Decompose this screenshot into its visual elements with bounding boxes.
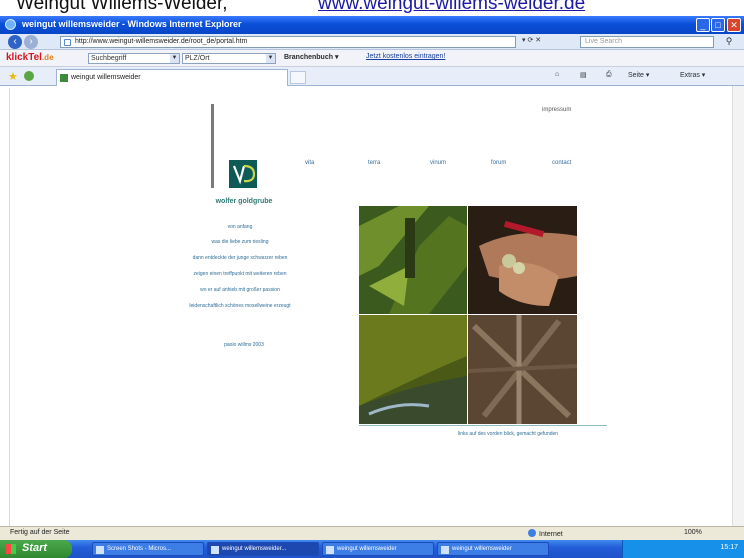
search-placeholder: Live Search <box>585 38 622 45</box>
taskbar-item[interactable]: weingut willemsweider <box>437 542 549 556</box>
clock: 15:17 <box>720 544 738 551</box>
add-favorite-icon[interactable] <box>24 71 34 81</box>
site-logo[interactable] <box>229 160 257 188</box>
security-zone[interactable]: Internet <box>528 529 563 538</box>
app-icon <box>326 546 334 554</box>
nav-vinum[interactable]: vinum <box>430 160 446 166</box>
search-term-dropdown[interactable]: Suchbegriff ▼ <box>88 53 180 64</box>
app-icon <box>96 546 104 554</box>
klicktel-logo[interactable]: klickTel.de <box>6 52 54 63</box>
close-button[interactable]: ✕ <box>727 18 741 32</box>
address-bar[interactable]: http://www.weingut-willemsweider.de/root… <box>60 36 516 48</box>
tab-row: ★ weingut willemsweider ⌂ ▤ ⎙ Seite ▾ Ex… <box>0 67 744 86</box>
search-term-value: Suchbegriff <box>91 55 127 62</box>
system-tray: 15:17 <box>622 540 744 558</box>
tab-label: weingut willemsweider <box>71 74 141 81</box>
branchenbuch-button[interactable]: Branchenbuch ▾ <box>284 53 338 61</box>
vertical-scrollbar[interactable] <box>732 86 744 526</box>
taskbar-label: Screen Shots - Micros... <box>107 546 172 552</box>
site-favicon-icon <box>60 74 68 82</box>
forward-button[interactable]: › <box>24 35 38 49</box>
location-value: PLZ/Ort <box>185 55 210 62</box>
klicktel-suffix: .de <box>41 53 54 62</box>
taskbar-label: weingut willemsweider... <box>222 546 287 552</box>
nav-vita[interactable]: vita <box>305 160 314 166</box>
photo-caption: links auf des vorden blick, gemacht gefu… <box>458 431 559 437</box>
brand-name: wolfer goldgrube <box>215 198 273 205</box>
windows-flag-icon <box>6 544 16 554</box>
ie-logo-icon <box>5 19 16 30</box>
maximize-button[interactable]: □ <box>711 18 725 32</box>
tagline: dann entdeckte der junge schwarzer reben <box>192 255 288 261</box>
app-icon <box>441 546 449 554</box>
taskbar-label: weingut willemsweider <box>337 546 397 552</box>
taskbar-item[interactable]: Screen Shots - Micros... <box>92 542 204 556</box>
taskbar-item[interactable]: weingut willemsweider <box>322 542 434 556</box>
vineyard-photo-collage <box>359 206 577 424</box>
start-label: Start <box>22 542 48 554</box>
taskbar-label: weingut willemsweider <box>452 546 512 552</box>
caption-text: Weingut Willems-Welder, <box>16 0 228 14</box>
zoom-level[interactable]: 100% <box>684 529 702 536</box>
feeds-icon[interactable]: ▤ <box>580 71 587 79</box>
search-input[interactable]: Live Search <box>580 36 714 48</box>
app-icon <box>211 546 219 554</box>
search-icon[interactable]: ⚲ <box>718 36 740 48</box>
impressum-link[interactable]: impressum <box>542 107 571 113</box>
home-icon[interactable]: ⌂ <box>555 71 559 78</box>
page-menu[interactable]: Seite ▾ <box>628 71 649 79</box>
new-tab-button[interactable] <box>290 71 306 84</box>
print-icon[interactable]: ⎙ <box>606 71 612 79</box>
extras-menu[interactable]: Extras ▾ <box>680 71 705 79</box>
back-button[interactable]: ‹ <box>8 35 22 49</box>
nav-contact[interactable]: contact <box>552 160 571 166</box>
location-dropdown[interactable]: PLZ/Ort ▼ <box>182 53 276 64</box>
tab-active[interactable]: weingut willemsweider <box>56 69 288 86</box>
taskbar-item[interactable]: weingut willemsweider... <box>207 542 319 556</box>
window-title-bar: weingut willemsweider - Windows Internet… <box>0 16 744 34</box>
web-page: impressum wolfer goldgrube vita terra vi… <box>9 88 732 526</box>
klicktel-toolbar: klickTel.de Suchbegriff ▼ PLZ/Ort ▼ Bran… <box>0 50 744 67</box>
status-bar: Fertig auf der Seite Internet 100% <box>0 526 744 540</box>
tagline: wo er auf anhieb mit großer passion <box>200 287 280 293</box>
globe-icon <box>528 529 536 537</box>
nav-terra[interactable]: terra <box>368 160 380 166</box>
address-url: http://www.weingut-willemsweider.de/root… <box>75 38 248 45</box>
taskbar: Start Screen Shots - Micros... weingut w… <box>0 540 744 558</box>
tagline: zeigen einen treffpunkt mit weiteren reb… <box>193 271 287 277</box>
tagline: von anfang <box>227 224 253 230</box>
minimize-button[interactable]: _ <box>696 18 710 32</box>
chevron-down-icon: ▼ <box>170 54 179 63</box>
vertical-divider <box>211 104 214 188</box>
divider-line <box>359 425 607 426</box>
register-link[interactable]: Jetzt kostenlos eintragen! <box>366 53 445 60</box>
caption-link[interactable]: www.weingut-willems-welder.de <box>318 0 585 15</box>
vd-logo-icon <box>232 164 256 185</box>
zone-label: Internet <box>539 531 563 538</box>
start-button[interactable]: Start <box>0 540 72 558</box>
klicktel-brand: klickTel <box>6 52 42 63</box>
tagline: leidenschaftlich schönes mosellweine erz… <box>189 303 291 309</box>
signature: paolo willms 2003 <box>224 342 264 348</box>
status-message: Fertig auf der Seite <box>10 529 70 536</box>
nav-forum[interactable]: forum <box>491 160 506 166</box>
favorites-star-icon[interactable]: ★ <box>8 70 18 83</box>
page-icon <box>64 39 71 46</box>
chevron-down-icon: ▼ <box>266 54 275 63</box>
tagline: was die liebe zum riesling <box>211 239 269 245</box>
image-caption: Weingut Willems-Welder, www.weingut-will… <box>0 0 744 16</box>
address-row: ‹ › http://www.weingut-willemsweider.de/… <box>0 34 744 50</box>
window-title: weingut willemsweider - Windows Internet… <box>22 19 242 29</box>
vineyard-photos <box>359 206 577 424</box>
refresh-stop-buttons[interactable]: ▾ ⟳ ✕ <box>522 36 574 48</box>
